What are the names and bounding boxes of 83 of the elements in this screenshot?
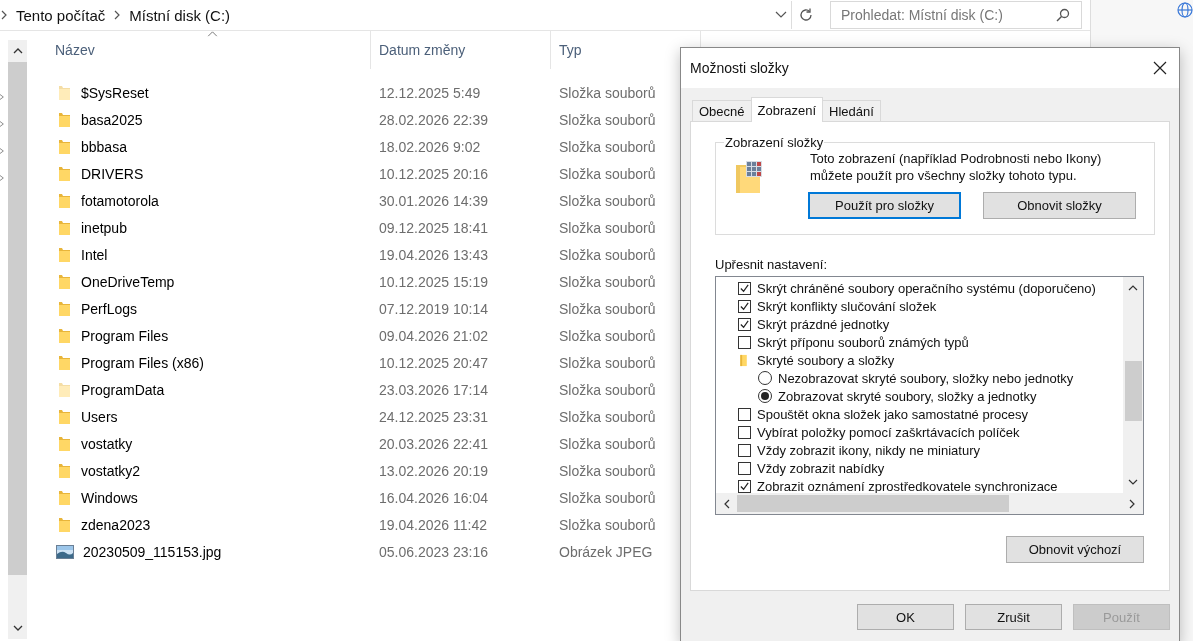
dialog-button[interactable]: Zrušit: [965, 604, 1062, 630]
date-cell-text: 19.04.2026 13:43: [378, 246, 489, 263]
date-cell-text: 13.02.2026 20:19: [378, 462, 489, 479]
date-cell-text: 09.04.2026 21:02: [378, 327, 489, 344]
column-header[interactable]: Datum změny: [371, 31, 551, 69]
file-name[interactable]: vostatky: [81, 435, 133, 452]
date-cell-text: 16.04.2026 16:04: [378, 489, 489, 506]
date-cell-text: 30.01.2026 14:39: [378, 192, 489, 209]
setting-label[interactable]: Zobrazit oznámení zprostředkovatele synchronizace: [757, 478, 1058, 494]
type-cell-text: Složka souborů: [558, 516, 657, 533]
type-cell-text: Složka souborů: [558, 84, 657, 101]
group-title: Zobrazení složky: [724, 135, 825, 150]
file-name[interactable]: basa2025: [81, 111, 143, 128]
tab[interactable]: Zobrazení: [750, 97, 824, 122]
type-cell-text: Složka souborů: [558, 354, 657, 371]
type-cell-text: Složka souborů: [558, 192, 657, 209]
setting-label[interactable]: Skrýt konflikty slučování složek: [757, 298, 937, 314]
setting-label[interactable]: Skrýt příponu souborů známých typů: [757, 334, 969, 350]
setting-label[interactable]: Vždy zobrazit ikony, nikdy ne miniatury: [757, 442, 981, 458]
type-cell-text: Složka souborů: [558, 273, 657, 290]
address-bar[interactable]: Tento počítač Místní disk (C:): [0, 1, 792, 29]
date-cell-text: 20.03.2026 22:41: [378, 435, 489, 452]
date-cell-text: 28.02.2026 22:39: [378, 111, 489, 128]
action-button[interactable]: Obnovit složky: [983, 192, 1136, 219]
type-cell-text: Obrázek JPEG: [558, 543, 654, 560]
setting-label[interactable]: Nezobrazovat skryté soubory, složky nebo jednotky: [778, 370, 1074, 386]
column-header[interactable]: Název: [53, 31, 371, 69]
type-cell-text: Složka souborů: [558, 327, 657, 344]
setting-label[interactable]: Zobrazovat skryté soubory, složky a jednotky: [778, 388, 1037, 404]
date-cell-text: 07.12.2019 10:14: [378, 300, 489, 317]
setting-label[interactable]: Vybírat položky pomocí zaškrtávacích políček: [757, 424, 1020, 440]
date-cell-text: 23.03.2026 17:14: [378, 381, 489, 398]
file-name[interactable]: inetpub: [81, 219, 127, 236]
file-name[interactable]: vostatky2: [81, 462, 141, 479]
type-cell-text: Složka souborů: [558, 462, 657, 479]
breadcrumb-item[interactable]: Tento počítač: [16, 6, 106, 24]
description-text: Toto zobrazení (například Podrobnosti nebo Ikony) můžete použít pro všechny složky tohoto typu.: [810, 150, 1103, 184]
setting-group-label: Skryté soubory a složky: [757, 352, 895, 368]
dialog-button[interactable]: OK: [857, 604, 954, 630]
file-name[interactable]: PerfLogs: [81, 300, 138, 317]
action-button[interactable]: Použít pro složky: [808, 192, 961, 219]
date-cell-text: 10.12.2025 15:19: [378, 273, 489, 290]
file-name[interactable]: Users: [81, 408, 118, 425]
date-cell-text: 18.02.2026 9:02: [378, 138, 482, 155]
type-cell-text: Složka souborů: [558, 138, 657, 155]
type-cell-text: Složka souborů: [558, 111, 657, 128]
reset-button[interactable]: Obnovit výchozí: [1006, 536, 1144, 563]
date-cell-text: 12.12.2025 5:49: [378, 84, 482, 101]
file-name[interactable]: bbbasa: [81, 138, 127, 155]
setting-label[interactable]: Skrýt chráněné soubory operačního systému (doporučeno): [757, 280, 1096, 296]
type-cell-text: Složka souborů: [558, 381, 657, 398]
type-cell-text: Složka souborů: [558, 165, 657, 182]
type-cell-text: Složka souborů: [558, 246, 657, 263]
breadcrumb-item[interactable]: Místní disk (C:): [129, 6, 231, 24]
setting-label[interactable]: Spouštět okna složek jako samostatné procesy: [757, 406, 1028, 422]
date-cell-text: 19.04.2026 11:42: [378, 516, 488, 533]
type-cell-text: Složka souborů: [558, 219, 657, 236]
file-name[interactable]: Program Files (x86): [81, 354, 204, 371]
type-cell-text: Složka souborů: [558, 435, 657, 452]
type-cell-text: Složka souborů: [558, 408, 657, 425]
date-cell-text: 09.12.2025 18:41: [378, 219, 489, 236]
search-field[interactable]: Prohledat: Místní disk (C:): [830, 1, 1082, 29]
type-cell-text: Složka souborů: [558, 489, 657, 506]
file-name[interactable]: Program Files: [81, 327, 169, 344]
type-cell-text: Složka souborů: [558, 300, 657, 317]
date-cell-text: 24.12.2025 23:31: [378, 408, 489, 425]
file-name[interactable]: Windows: [81, 489, 138, 506]
file-name[interactable]: 20230509_115153.jpg: [83, 543, 222, 560]
date-cell-text: 05.06.2023 23:16: [378, 543, 489, 560]
section-label: Upřesnit nastavení:: [715, 257, 828, 272]
file-name[interactable]: OneDriveTemp: [81, 273, 175, 290]
tab[interactable]: Hledání: [822, 100, 881, 121]
date-cell-text: 10.12.2025 20:47: [378, 354, 489, 371]
date-cell-text: 10.12.2025 20:16: [378, 165, 489, 182]
setting-label[interactable]: Vždy zobrazit nabídky: [757, 460, 885, 476]
file-name[interactable]: ProgramData: [81, 381, 165, 398]
file-name[interactable]: $SysReset: [81, 84, 149, 101]
setting-label[interactable]: Skrýt prázdné jednotky: [757, 316, 890, 332]
tab[interactable]: Obecné: [692, 100, 752, 121]
file-name[interactable]: fotamotorola: [81, 192, 159, 209]
file-name[interactable]: DRIVERS: [81, 165, 144, 182]
file-name[interactable]: Intel: [81, 246, 108, 263]
file-name[interactable]: zdena2023: [81, 516, 151, 533]
